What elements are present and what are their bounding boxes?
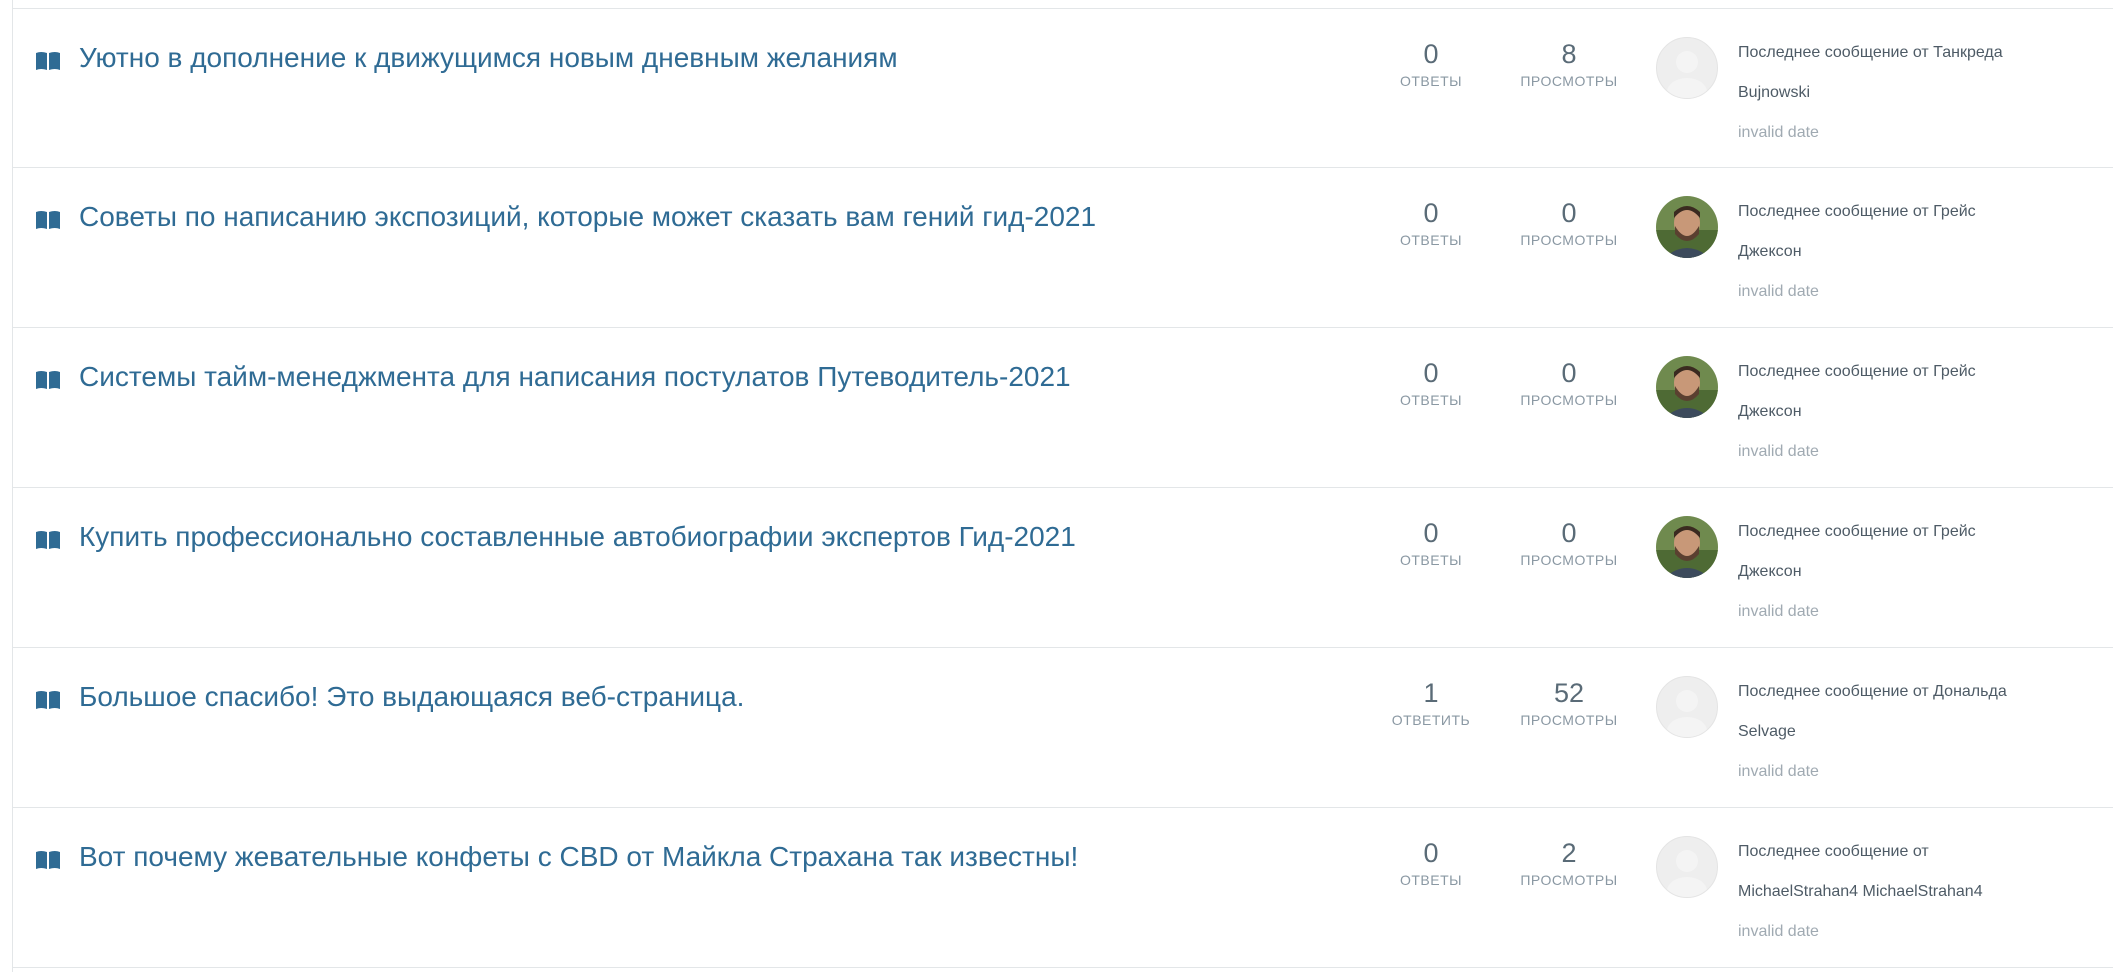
topic-title-link[interactable]: Советы по написанию экспозиций, которые … (79, 201, 1096, 233)
last-post-info: Последнее сообщение от Дональда Selvage … (1738, 672, 2108, 792)
replies-number: 0 (1423, 518, 1439, 548)
views-label: ПРОСМОТРЫ (1520, 552, 1618, 568)
last-post-author[interactable]: Selvage (1738, 712, 2108, 752)
last-post-label: Последнее сообщение от Грейс (1738, 203, 1976, 220)
last-post-info: Последнее сообщение от Танкреда Bujnowsk… (1738, 33, 2108, 153)
replies-count: 0 ОТВЕТЫ (1371, 39, 1491, 89)
replies-label: ОТВЕТЫ (1399, 872, 1463, 888)
topic-row: Большое спасибо! Это выдающаяся веб-стра… (13, 648, 2113, 808)
views-count: 52 ПРОСМОТРЫ (1509, 678, 1629, 728)
views-number: 0 (1561, 198, 1577, 228)
topic-list: Уютно в дополнение к движущимся новым дн… (12, 0, 2113, 972)
last-post-info: Последнее сообщение от MichaelStrahan4 M… (1738, 832, 2108, 952)
last-post-date: invalid date (1738, 443, 1819, 460)
book-icon (36, 211, 60, 229)
replies-count: 1 ОТВЕТИТЬ (1371, 678, 1491, 728)
last-post-author[interactable]: MichaelStrahan4 MichaelStrahan4 (1738, 872, 2108, 912)
replies-number: 0 (1423, 838, 1439, 868)
user-placeholder-icon (1667, 850, 1707, 897)
replies-count: 0 ОТВЕТЫ (1371, 358, 1491, 408)
replies-count: 0 ОТВЕТЫ (1371, 838, 1491, 888)
last-post-label: Последнее сообщение от Грейс (1738, 523, 1976, 540)
replies-number: 1 (1423, 678, 1439, 708)
views-count: 2 ПРОСМОТРЫ (1509, 838, 1629, 888)
last-post-label: Последнее сообщение от (1738, 843, 1929, 860)
user-photo-icon (1656, 516, 1718, 578)
topic-title-link[interactable]: Купить профессионально составленные авто… (79, 521, 1076, 553)
avatar[interactable] (1656, 196, 1718, 258)
book-icon (36, 531, 60, 549)
topic-title-link[interactable]: Системы тайм-менеджмента для написания п… (79, 361, 1071, 393)
last-post-date: invalid date (1738, 124, 1819, 141)
last-post-author[interactable]: Джексон (1738, 232, 2108, 272)
views-number: 8 (1561, 39, 1577, 69)
last-post-date: invalid date (1738, 923, 1819, 940)
topic-row: Вот почему жевательные конфеты с CBD от … (13, 808, 2113, 968)
last-post-label: Последнее сообщение от Грейс (1738, 363, 1976, 380)
views-label: ПРОСМОТРЫ (1520, 872, 1618, 888)
views-label: ПРОСМОТРЫ (1520, 73, 1618, 89)
avatar[interactable] (1656, 836, 1718, 898)
replies-number: 0 (1423, 358, 1439, 388)
user-placeholder-icon (1667, 51, 1707, 98)
last-post-info: Последнее сообщение от Грейс Джексон inv… (1738, 352, 2108, 472)
last-post-label: Последнее сообщение от Дональда (1738, 683, 2007, 700)
topic-title-link[interactable]: Большое спасибо! Это выдающаяся веб-стра… (79, 681, 744, 713)
replies-number: 0 (1423, 198, 1439, 228)
last-post-date: invalid date (1738, 283, 1819, 300)
views-label: ПРОСМОТРЫ (1520, 392, 1618, 408)
replies-label: ОТВЕТЫ (1399, 392, 1463, 408)
views-count: 0 ПРОСМОТРЫ (1509, 358, 1629, 408)
topic-title-link[interactable]: Уютно в дополнение к движущимся новым дн… (79, 42, 898, 74)
avatar[interactable] (1656, 676, 1718, 738)
user-photo-icon (1656, 196, 1718, 258)
replies-label: ОТВЕТЫ (1399, 552, 1463, 568)
user-photo-icon (1656, 356, 1718, 418)
views-count: 8 ПРОСМОТРЫ (1509, 39, 1629, 89)
replies-label: ОТВЕТИТЬ (1391, 712, 1471, 728)
views-number: 2 (1561, 838, 1577, 868)
last-post-author[interactable]: Джексон (1738, 392, 2108, 432)
book-icon (36, 691, 60, 709)
topic-row: Советы по написанию экспозиций, которые … (13, 168, 2113, 328)
replies-label: ОТВЕТЫ (1399, 232, 1463, 248)
topic-title-link[interactable]: Вот почему жевательные конфеты с CBD от … (79, 841, 1078, 873)
avatar[interactable] (1656, 356, 1718, 418)
topic-row: Системы тайм-менеджмента для написания п… (13, 328, 2113, 488)
replies-count: 0 ОТВЕТЫ (1371, 518, 1491, 568)
views-number: 0 (1561, 358, 1577, 388)
user-placeholder-icon (1667, 690, 1707, 737)
views-number: 52 (1553, 678, 1585, 708)
avatar[interactable] (1656, 516, 1718, 578)
last-post-author[interactable]: Bujnowski (1738, 73, 2108, 113)
last-post-info: Последнее сообщение от Грейс Джексон inv… (1738, 192, 2108, 312)
views-number: 0 (1561, 518, 1577, 548)
avatar[interactable] (1656, 37, 1718, 99)
topic-row: Купить профессионально составленные авто… (13, 488, 2113, 648)
replies-count: 0 ОТВЕТЫ (1371, 198, 1491, 248)
views-label: ПРОСМОТРЫ (1520, 232, 1618, 248)
replies-number: 0 (1423, 39, 1439, 69)
book-icon (36, 851, 60, 869)
views-count: 0 ПРОСМОТРЫ (1509, 518, 1629, 568)
last-post-date: invalid date (1738, 603, 1819, 620)
book-icon (36, 371, 60, 389)
last-post-info: Последнее сообщение от Грейс Джексон inv… (1738, 512, 2108, 632)
views-count: 0 ПРОСМОТРЫ (1509, 198, 1629, 248)
last-post-author[interactable]: Джексон (1738, 552, 2108, 592)
topic-row: Уютно в дополнение к движущимся новым дн… (13, 8, 2113, 168)
views-label: ПРОСМОТРЫ (1520, 712, 1618, 728)
book-icon (36, 52, 60, 70)
replies-label: ОТВЕТЫ (1399, 73, 1463, 89)
last-post-label: Последнее сообщение от Танкреда (1738, 44, 2003, 61)
last-post-date: invalid date (1738, 763, 1819, 780)
